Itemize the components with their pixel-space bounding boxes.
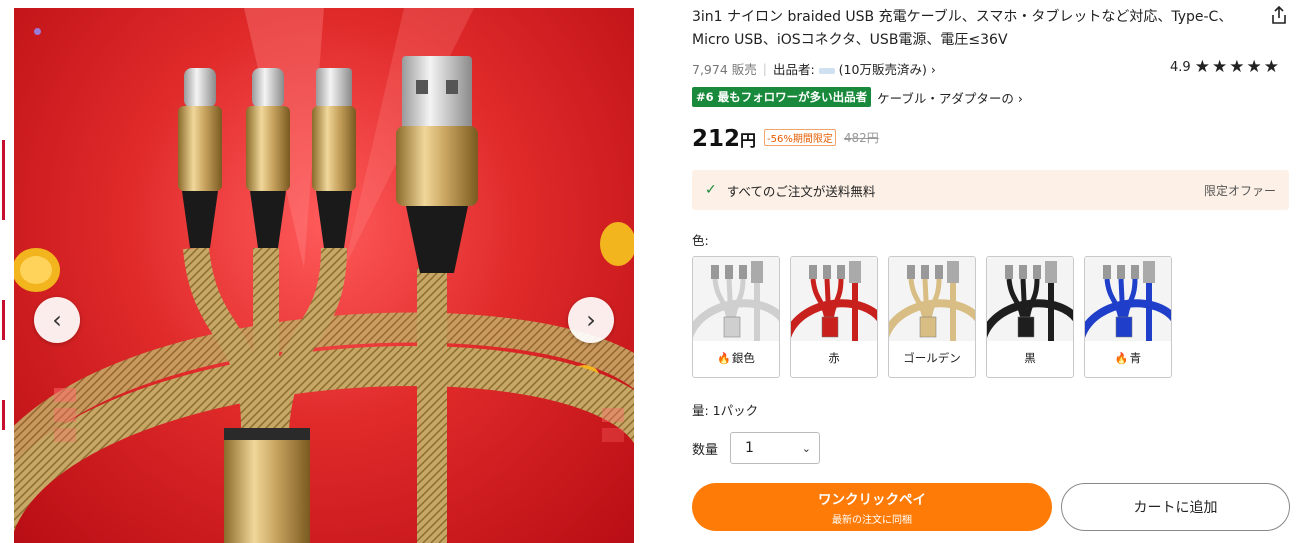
product-title: 3in1 ナイロン braided USB 充電ケーブル、スマホ・タブレットなど… bbox=[692, 9, 1233, 48]
seller-rank[interactable]: #6 最もフォロワーが多い出品者 ケーブル・アダプターの › bbox=[692, 87, 1023, 107]
star-icon: ★ bbox=[1246, 57, 1262, 77]
check-icon: ✓ bbox=[705, 182, 717, 198]
color-option[interactable]: 赤 bbox=[790, 256, 878, 378]
rank-badge: #6 最もフォロワーが多い出品者 bbox=[692, 87, 872, 107]
chevron-right-icon: › bbox=[930, 62, 936, 77]
product-page: ‹ › 3in1 ナイロン braided USB 充電ケーブル、スマホ・タブレ… bbox=[0, 0, 1315, 543]
color-option-label: ゴールデン bbox=[903, 351, 961, 365]
color-options: 🔥銀色 赤 ゴールデン 黒 🔥青 bbox=[692, 256, 1172, 378]
pack-size-label: 量: 1パック bbox=[692, 403, 759, 418]
share-icon bbox=[1272, 5, 1286, 24]
color-option-label: 🔥青 bbox=[1114, 351, 1142, 365]
one-click-pay-sublabel: 最新の注文に同梱 bbox=[832, 515, 912, 526]
current-price: 212円 bbox=[692, 126, 757, 152]
color-thumbnail bbox=[987, 257, 1073, 341]
color-option[interactable]: 🔥銀色 bbox=[692, 256, 780, 378]
price-row: 212円 -56%期間限定 482円 bbox=[692, 126, 879, 152]
color-thumbnail bbox=[1085, 257, 1171, 341]
limited-offer-label: 限定オファー bbox=[1203, 183, 1276, 198]
original-price: 482円 bbox=[843, 131, 879, 145]
color-thumbnail bbox=[889, 257, 975, 341]
color-option[interactable]: 黒 bbox=[986, 256, 1074, 378]
one-click-pay-button[interactable]: ワンクリックペイ 最新の注文に同梱 bbox=[692, 483, 1052, 531]
color-thumbnail bbox=[693, 257, 779, 341]
star-icon: ★ bbox=[1211, 57, 1228, 77]
sold-count: 7,974 販売 bbox=[692, 62, 757, 77]
rating[interactable]: 4.9 ★ ★ ★ ★ ★ bbox=[1170, 59, 1279, 76]
product-image-gallery[interactable]: ‹ › bbox=[14, 8, 634, 543]
share-button[interactable] bbox=[1268, 4, 1290, 26]
rating-stars: ★ ★ ★ ★ ★ bbox=[1195, 59, 1279, 76]
color-option[interactable]: 🔥青 bbox=[1084, 256, 1172, 378]
chevron-down-icon: ⌄ bbox=[801, 441, 812, 455]
color-label: 色: bbox=[692, 233, 709, 248]
one-click-pay-label: ワンクリックペイ bbox=[818, 492, 926, 508]
color-option-label: 黒 bbox=[1024, 351, 1036, 365]
flame-icon: 🔥 bbox=[717, 352, 731, 365]
quantity-row: 数量 1 ⌄ bbox=[692, 432, 821, 464]
gallery-indicator-dot bbox=[34, 28, 41, 35]
product-meta: 7,974 販売 | 出品者: (10万販売済み) › bbox=[692, 59, 936, 78]
star-icon: ★ bbox=[1229, 57, 1245, 77]
left-edge-strip bbox=[0, 0, 14, 543]
color-option[interactable]: ゴールデン bbox=[888, 256, 976, 378]
rating-value: 4.9 bbox=[1170, 60, 1191, 75]
seller-link[interactable]: 出品者: (10万販売済み) › bbox=[773, 59, 936, 78]
color-thumbnail bbox=[791, 257, 877, 341]
color-option-label: 赤 bbox=[828, 351, 840, 365]
seller-sales: (10万販売済み) bbox=[838, 62, 927, 77]
star-icon: ★ bbox=[1263, 57, 1279, 77]
meta-divider: | bbox=[762, 61, 767, 76]
discount-badge: -56%期間限定 bbox=[764, 129, 836, 146]
chevron-left-icon: ‹ bbox=[52, 306, 62, 334]
color-option-label: 🔥銀色 bbox=[717, 351, 755, 365]
quantity-label: 数量 bbox=[692, 442, 719, 458]
gallery-next-button[interactable]: › bbox=[568, 297, 614, 343]
quantity-select[interactable]: 1 ⌄ bbox=[730, 432, 821, 464]
shipping-text: すべてのご注文が送料無料 bbox=[726, 183, 876, 199]
product-image bbox=[14, 8, 634, 543]
star-icon: ★ bbox=[1194, 57, 1210, 77]
seller-logo bbox=[818, 67, 835, 74]
free-shipping-banner[interactable]: ✓ すべてのご注文が送料無料 限定オファー bbox=[692, 170, 1289, 210]
rank-category-link[interactable]: ケーブル・アダプターの › bbox=[877, 88, 1023, 107]
gallery-prev-button[interactable]: ‹ bbox=[34, 297, 80, 343]
quantity-value: 1 bbox=[745, 440, 754, 456]
flame-icon: 🔥 bbox=[1114, 352, 1129, 365]
add-to-cart-button[interactable]: カートに追加 bbox=[1061, 483, 1290, 531]
chevron-right-icon: › bbox=[586, 306, 596, 334]
seller-label: 出品者: bbox=[772, 62, 815, 77]
